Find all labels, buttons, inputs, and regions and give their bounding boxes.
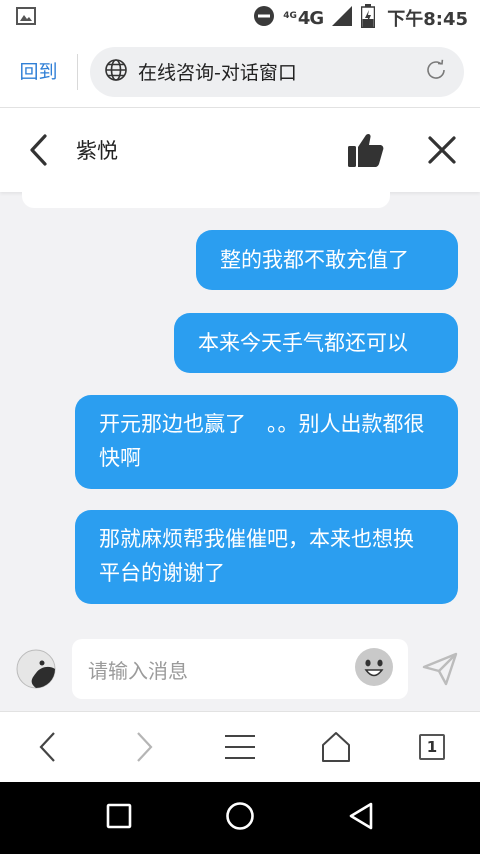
back-triangle-icon[interactable] [348,801,374,835]
thumbs-up-icon[interactable] [328,132,404,168]
avatar-icon[interactable] [16,649,56,689]
chat-header: 紫悦 [0,108,480,192]
recents-icon[interactable] [106,803,132,833]
network-indicator: 4G4G [283,7,324,29]
message-text: 那就麻烦帮我催催吧，本来也想换平台的谢谢了 [99,527,414,585]
browser-address-bar: 回到 在线咨询-对话窗口 [0,36,480,108]
back-icon[interactable] [18,722,78,772]
emoji-icon[interactable] [354,647,394,691]
return-link[interactable]: 回到 [0,53,78,90]
clock: 下午8:45 [387,9,468,30]
refresh-icon[interactable] [422,56,450,88]
network-label: 4G [297,7,324,29]
message-text: 本来今天手气都还可以 [198,331,408,355]
url-field[interactable]: 在线咨询-对话窗口 [90,46,464,97]
close-icon[interactable] [404,135,480,165]
status-bar: 4G4G 下午8:45 [0,0,480,36]
message-input-placeholder: 请输入消息 [88,658,188,683]
home-circle-icon[interactable] [225,801,255,835]
message-bubble: 开元那边也赢了 。。别人出款都很快啊 [75,395,458,489]
composer: 请输入消息 [0,627,480,711]
home-icon[interactable] [306,722,366,772]
message-text: 开元那边也赢了 。。别人出款都很快啊 [99,412,425,470]
page-title: 在线咨询-对话窗口 [138,62,297,84]
globe-icon [104,58,128,86]
previous-message-card [22,192,390,208]
back-chevron-icon[interactable] [0,133,76,167]
send-icon[interactable] [420,652,460,686]
dnd-icon [253,5,275,32]
message-bubble: 那就麻烦帮我催催吧，本来也想换平台的谢谢了 [75,510,458,604]
agent-name: 紫悦 [76,139,118,163]
menu-icon[interactable] [210,722,270,772]
signal-icon [331,5,353,32]
message-input[interactable]: 请输入消息 [72,639,408,699]
system-nav-bar [0,782,480,854]
battery-charging-icon [360,3,376,33]
tabs-icon[interactable]: 1 [402,722,462,772]
browser-toolbar: 1 [0,711,480,782]
message-bubble: 本来今天手气都还可以 [174,313,458,373]
message-bubble: 整的我都不敢充值了 [196,230,458,290]
tab-count: 1 [419,734,445,760]
message-text: 整的我都不敢充值了 [220,248,409,272]
network-small-label: 4G [283,10,297,21]
message-list[interactable]: 整的我都不敢充值了 本来今天手气都还可以 开元那边也赢了 。。别人出款都很快啊 … [0,192,480,627]
forward-icon[interactable] [114,722,174,772]
image-icon [16,7,36,29]
